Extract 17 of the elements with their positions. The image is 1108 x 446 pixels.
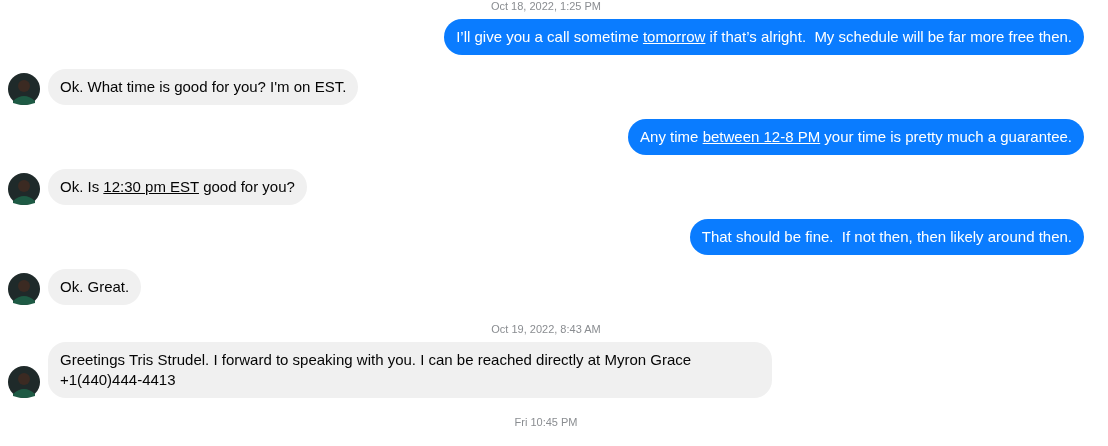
avatar-icon[interactable]: [8, 273, 40, 305]
timestamp: Oct 19, 2022, 8:43 AM: [490, 323, 602, 336]
message-bubble: That should be fine. If not then, then likely around then.: [689, 219, 1084, 255]
message-bubble: Ok. Is 12:30 pm EST good for you?: [48, 169, 307, 205]
timestamp: Fri 10:45 PM: [513, 416, 579, 429]
link[interactable]: tomorrow: [642, 28, 706, 45]
timestamp: Oct 18, 2022, 1:25 PM: [489, 0, 603, 13]
link[interactable]: 12:30 pm EST: [103, 178, 199, 195]
avatar-icon[interactable]: [8, 173, 40, 205]
avatar-icon[interactable]: [8, 73, 40, 105]
message-bubble: I’ll give you a call sometime tomorrow if that’s alright. My schedule will be far more free then.: [444, 19, 1084, 55]
message-bubble: Ok. What time is good for you? I'm on EST.: [48, 69, 359, 105]
message-bubble: Ok. Great.: [48, 269, 142, 305]
link[interactable]: between 12-8 PM: [702, 128, 821, 145]
message-bubble: Any time between 12-8 PM your time is pretty much a guarantee.: [628, 119, 1084, 155]
avatar-icon[interactable]: [8, 366, 40, 398]
message-bubble: Greetings Tris Strudel. I forward to speaking with you. I can be reached directly at Myron Grace +1(440)444-4413: [48, 342, 772, 398]
